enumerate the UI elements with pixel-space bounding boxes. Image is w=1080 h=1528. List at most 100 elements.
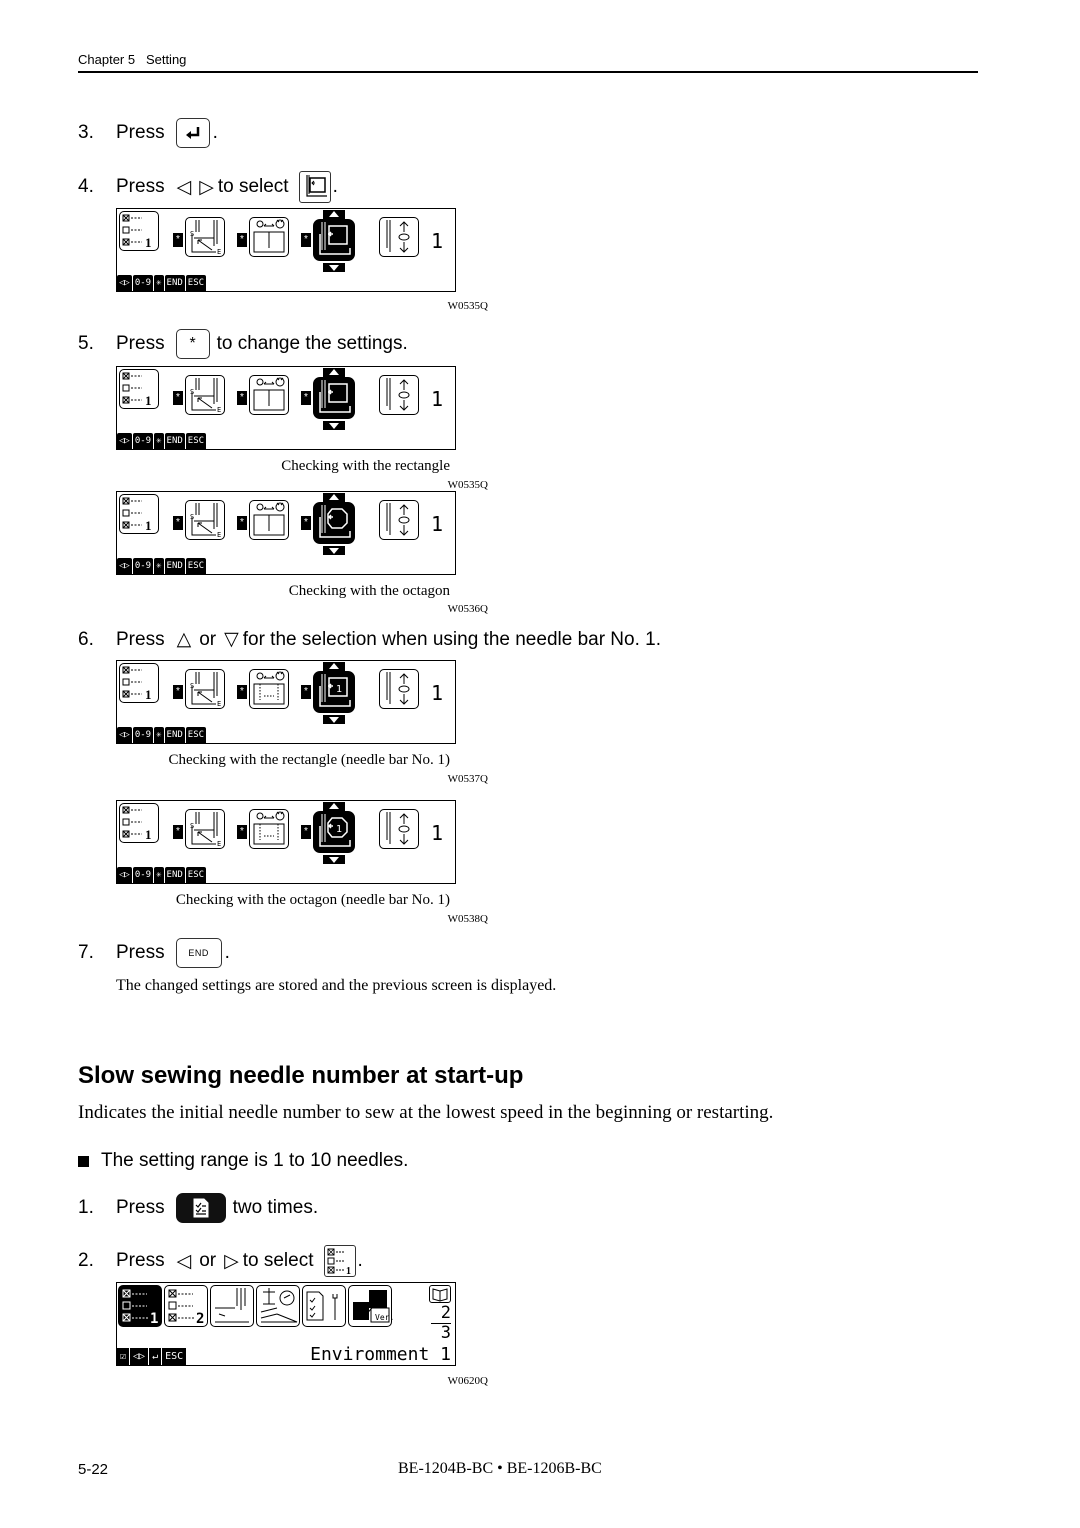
softkey-esc[interactable]: ESC bbox=[162, 1348, 187, 1365]
section-step-2: 2. Press ◁ or ▷ to select 1 . bbox=[78, 1245, 363, 1277]
svg-text:1: 1 bbox=[145, 687, 152, 702]
softkey-end[interactable]: END bbox=[164, 558, 185, 574]
softkey-left-right[interactable]: ◁▷ bbox=[117, 558, 132, 574]
setting-range-note: The setting range is 1 to 10 needles. bbox=[78, 1150, 408, 1172]
section-label: Setting bbox=[145, 52, 187, 67]
up-arrow-indicator bbox=[323, 662, 345, 671]
asterisk-key-icon: * bbox=[175, 329, 210, 359]
svg-text:1: 1 bbox=[336, 684, 342, 695]
softkey-left-right[interactable]: ◁▷ bbox=[130, 1348, 149, 1365]
svg-text:1: 1 bbox=[150, 1311, 158, 1326]
softkey-numeric[interactable]: 0-9 bbox=[132, 867, 154, 883]
manual-book-icon[interactable] bbox=[429, 1285, 451, 1303]
lcd-screen-5: 1 * SE * * 1 1 ◁▷ 0-9 ✳ END ESC bbox=[116, 800, 456, 884]
asterisk-marker: * bbox=[237, 516, 247, 530]
checklist-1-icon: 1 bbox=[119, 663, 159, 703]
softkey-end[interactable]: END bbox=[164, 867, 185, 883]
needle-number-value: 1 bbox=[431, 229, 444, 253]
tab-speed-adjust[interactable] bbox=[256, 1285, 300, 1327]
softkey-left-right[interactable]: ◁▷ bbox=[117, 433, 132, 449]
tab-needle-sewing[interactable] bbox=[210, 1285, 254, 1327]
svg-text:1: 1 bbox=[145, 235, 152, 250]
softkey-bar: ◁▷ 0-9 ✳ END ESC bbox=[117, 727, 207, 743]
svg-text:1: 1 bbox=[336, 824, 342, 835]
right-arrow-icon: ▷ bbox=[224, 1250, 239, 1272]
up-arrow-icon: △ bbox=[176, 629, 192, 650]
needle-speed-icon bbox=[379, 217, 419, 257]
svg-text:S: S bbox=[190, 513, 194, 521]
asterisk-marker: * bbox=[173, 391, 183, 405]
softkey-asterisk[interactable]: ✳ bbox=[154, 867, 164, 883]
softkey-esc[interactable]: ESC bbox=[185, 727, 207, 743]
start-end-trace-icon: SE bbox=[185, 217, 225, 257]
asterisk-marker: * bbox=[301, 825, 311, 839]
tab-maintenance[interactable] bbox=[302, 1285, 346, 1327]
step-7-note: The changed settings are stored and the … bbox=[116, 977, 557, 994]
needle-number-value: 1 bbox=[431, 821, 444, 845]
down-arrow-icon: ▽ bbox=[224, 629, 239, 650]
softkey-end[interactable]: END bbox=[164, 433, 185, 449]
softkey-esc[interactable]: ESC bbox=[185, 867, 207, 883]
tab-version[interactable]: Ver. bbox=[348, 1285, 394, 1327]
softkey-asterisk[interactable]: ✳ bbox=[154, 275, 164, 291]
figure-caption: Checking with the rectangle (needle bar … bbox=[168, 752, 450, 768]
chapter-label: Chapter 5 bbox=[78, 52, 136, 67]
needle-speed-icon bbox=[379, 809, 419, 849]
start-end-trace-icon: SE bbox=[185, 375, 225, 415]
softkey-end[interactable]: END bbox=[164, 275, 185, 291]
trace-rectangle-icon bbox=[313, 377, 355, 419]
softkey-numeric[interactable]: 0-9 bbox=[132, 558, 154, 574]
figure-code: W0535Q bbox=[447, 300, 488, 312]
needle-speed-icon bbox=[379, 669, 419, 709]
softkey-numeric[interactable]: 0-9 bbox=[132, 727, 154, 743]
checklist-1-icon: 1 bbox=[323, 1245, 356, 1277]
up-arrow-indicator bbox=[323, 802, 345, 811]
softkey-left-right[interactable]: ◁▷ bbox=[117, 275, 132, 291]
figure-code: W0536Q bbox=[447, 603, 488, 615]
lcd-screen-4: 1 * SE * * 1 1 ◁▷ 0-9 ✳ END ESC bbox=[116, 660, 456, 744]
softkey-asterisk[interactable]: ✳ bbox=[154, 558, 164, 574]
checklist-1-icon: 1 bbox=[119, 211, 159, 251]
softkey-left-right[interactable]: ◁▷ bbox=[117, 727, 132, 743]
svg-text:S: S bbox=[190, 822, 194, 830]
needle-number-value: 1 bbox=[431, 512, 444, 536]
end-key-icon: END bbox=[175, 938, 222, 968]
softkey-menu[interactable]: ☑ bbox=[117, 1348, 130, 1365]
svg-text:1: 1 bbox=[346, 1266, 351, 1276]
softkey-numeric[interactable]: 0-9 bbox=[132, 275, 154, 291]
softkey-end[interactable]: END bbox=[164, 727, 185, 743]
softkey-bar: ◁▷ 0-9 ✳ END ESC bbox=[117, 275, 207, 291]
svg-text:S: S bbox=[190, 388, 194, 396]
trace-octagon-icon: 1 bbox=[313, 811, 355, 853]
checklist-1-icon: 1 bbox=[119, 803, 159, 843]
page-number: 2 bbox=[430, 1303, 451, 1324]
softkey-enter[interactable]: ↵ bbox=[149, 1348, 162, 1365]
asterisk-marker: * bbox=[237, 825, 247, 839]
asterisk-marker: * bbox=[301, 391, 311, 405]
softkey-esc[interactable]: ESC bbox=[185, 275, 207, 291]
step-7: 7. Press END . bbox=[78, 938, 230, 968]
svg-text:Ver.: Ver. bbox=[375, 1313, 393, 1322]
up-arrow-indicator bbox=[323, 493, 345, 502]
needle-speed-icon bbox=[379, 500, 419, 540]
lcd-screen-1: 1 * SE * * 1 ◁▷ 0-9 ✳ END ESC bbox=[116, 208, 456, 292]
menu-checklist-key-icon bbox=[175, 1193, 226, 1223]
softkey-esc[interactable]: ESC bbox=[185, 433, 207, 449]
softkey-asterisk[interactable]: ✳ bbox=[154, 433, 164, 449]
svg-text:1: 1 bbox=[145, 518, 152, 533]
softkey-bar: ◁▷ 0-9 ✳ END ESC bbox=[117, 558, 207, 574]
figure-caption: Checking with the octagon bbox=[288, 583, 450, 599]
softkey-numeric[interactable]: 0-9 bbox=[132, 433, 154, 449]
softkey-bar: ☑ ◁▷ ↵ ESC bbox=[117, 1348, 187, 1365]
tab-checklist-2[interactable]: 2 bbox=[164, 1285, 208, 1327]
softkey-esc[interactable]: ESC bbox=[185, 558, 207, 574]
softkey-asterisk[interactable]: ✳ bbox=[154, 727, 164, 743]
down-arrow-indicator bbox=[323, 715, 345, 724]
svg-text:E: E bbox=[217, 248, 221, 256]
figure-code: W0535Q bbox=[447, 479, 488, 491]
softkey-bar: ◁▷ 0-9 ✳ END ESC bbox=[117, 433, 207, 449]
tab-checklist-1[interactable]: 1 bbox=[118, 1285, 162, 1327]
svg-text:1: 1 bbox=[145, 393, 152, 408]
svg-text:E: E bbox=[217, 700, 221, 708]
softkey-left-right[interactable]: ◁▷ bbox=[117, 867, 132, 883]
